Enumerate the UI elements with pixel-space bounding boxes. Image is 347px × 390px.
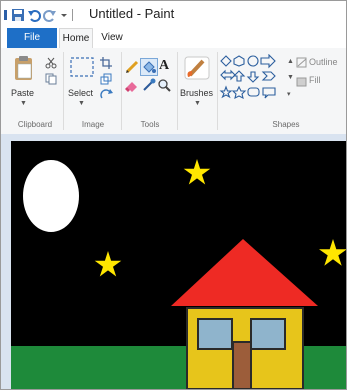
crop-icon[interactable]	[100, 56, 112, 69]
brushes-dropdown-icon: ▼	[194, 100, 201, 107]
select-dropdown-icon: ▼	[78, 100, 85, 107]
undo-icon[interactable]	[27, 7, 41, 23]
ribbon-separator	[217, 52, 218, 130]
fill-icon[interactable]	[140, 58, 158, 76]
ribbon-tabs: File Home View	[1, 28, 346, 49]
house-window-right	[250, 318, 286, 350]
copy-icon[interactable]	[45, 72, 57, 85]
paste-icon	[15, 56, 32, 80]
color-picker-icon[interactable]	[142, 78, 156, 92]
quick-access-toolbar	[3, 7, 75, 23]
group-label-clipboard: Clipboard	[17, 120, 53, 129]
tab-home[interactable]: Home	[59, 28, 93, 48]
moon-shape	[23, 160, 79, 232]
title-divider	[71, 7, 75, 23]
pencil-icon[interactable]	[125, 60, 139, 74]
tab-file[interactable]: File	[7, 28, 57, 48]
outline-label: Outline	[309, 57, 338, 67]
fill-button[interactable]: Fill	[296, 74, 346, 88]
group-label-image: Image	[81, 120, 105, 129]
shapes-scroll[interactable]: ▲ ▼ ▾	[286, 54, 294, 106]
select-button[interactable]: Select ▼	[67, 54, 97, 112]
window-title: Untitled - Paint	[89, 6, 175, 21]
app-menu-icon[interactable]	[3, 7, 9, 23]
brushes-label: Brushes	[180, 88, 214, 98]
shapes-gallery[interactable]	[219, 53, 285, 106]
outline-button[interactable]: Outline	[296, 56, 346, 70]
ribbon-home: Paste ▼ Select ▼ A Brushes ▼ ▲ ▼ ▾ Outli…	[1, 48, 346, 135]
text-icon[interactable]: A	[159, 58, 173, 74]
resize-icon[interactable]	[100, 72, 112, 85]
group-label-tools: Tools	[140, 120, 160, 129]
house-window-left	[197, 318, 233, 350]
title-bar: Untitled - Paint	[1, 1, 346, 28]
paste-button[interactable]: Paste ▼	[11, 54, 37, 112]
brushes-button[interactable]: Brushes ▼	[179, 54, 215, 112]
eraser-icon[interactable]	[125, 78, 139, 92]
fill-label: Fill	[309, 75, 321, 85]
paste-label: Paste	[11, 88, 35, 98]
redo-icon[interactable]	[43, 7, 57, 23]
cut-icon[interactable]	[45, 56, 57, 69]
house-door-shape	[232, 341, 252, 389]
save-icon[interactable]	[11, 7, 25, 23]
group-label-shapes: Shapes	[272, 120, 300, 129]
customize-icon[interactable]	[59, 7, 69, 23]
drawing-canvas[interactable]	[11, 141, 346, 389]
brushes-icon	[184, 56, 210, 80]
ribbon-separator	[121, 52, 122, 130]
magnifier-icon[interactable]	[157, 78, 171, 92]
rotate-icon[interactable]	[100, 88, 116, 100]
ribbon-separator	[177, 52, 178, 130]
select-label: Select	[68, 88, 94, 98]
outline-icon	[296, 57, 307, 68]
select-icon	[70, 57, 94, 77]
fill-shape-icon	[296, 77, 307, 87]
paint-window: Untitled - Paint File Home View Paste ▼	[0, 0, 347, 390]
paste-dropdown-icon: ▼	[20, 100, 27, 107]
tab-view[interactable]: View	[97, 28, 127, 48]
ribbon-separator	[63, 52, 64, 130]
